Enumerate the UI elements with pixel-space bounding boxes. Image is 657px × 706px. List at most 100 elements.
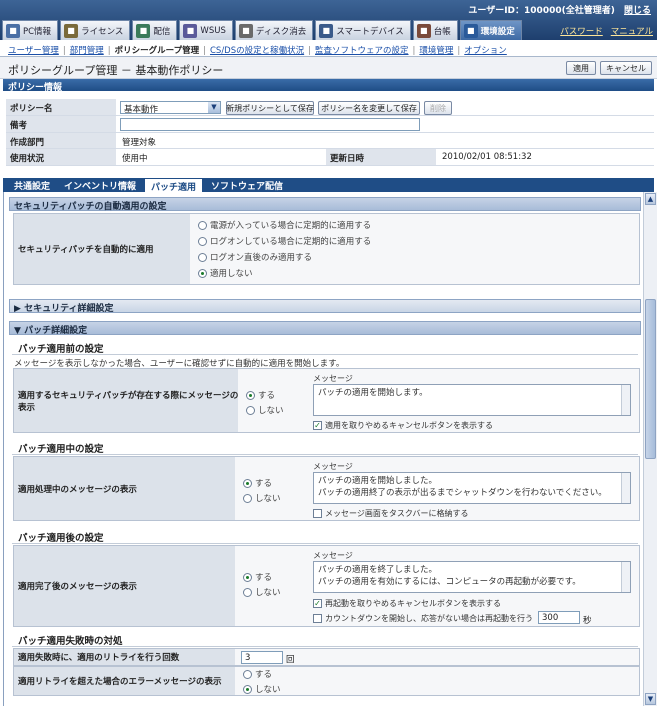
tab-smart-device[interactable]: ■ スマートデバイス (315, 20, 411, 40)
textarea-scrollbar[interactable] (621, 473, 630, 503)
tab-label: 環境設定 (480, 26, 515, 37)
tab-disk-erase[interactable]: ■ ディスク消去 (234, 20, 314, 40)
close-link[interactable]: 閉じる (624, 6, 651, 16)
after-yes-radio[interactable]: する (243, 571, 272, 583)
before-row-label: 適用するセキュリティパッチが存在する際にメッセージの表示 (14, 369, 239, 432)
after-message-textarea[interactable]: パッチの適用を終了しました。 パッチの適用を有効にするには、コンピュータの再起動が… (313, 561, 631, 593)
subnav-item[interactable]: 環境管理 (419, 46, 453, 56)
subnav-item[interactable]: ポリシーグループ管理 (115, 46, 200, 56)
after-countdown-checkbox[interactable]: カウントダウンを開始し、応答がない場合は再起動を行う (313, 613, 533, 624)
subnav-item[interactable]: ユーザー管理 (8, 46, 59, 56)
dept-value: 管理対象 (122, 138, 157, 148)
save-as-new-button[interactable]: 新規ポリシーとして保存 (226, 101, 314, 115)
patch-detail-title: パッチ詳細設定 (24, 326, 88, 336)
user-id: ユーザーID：100000(全社管理者) (468, 6, 615, 16)
during-message-label: メッセージ (313, 462, 353, 471)
during-no-radio[interactable]: しない (243, 492, 281, 504)
radio-off-icon (198, 220, 207, 230)
ledger-icon: ■ (416, 23, 431, 38)
policy-tab[interactable]: インベントリ情報 (58, 178, 142, 192)
after-no-radio[interactable]: しない (243, 586, 281, 598)
pc-icon: ■ (6, 23, 20, 38)
radio-off-icon (243, 587, 252, 597)
radio-on-icon (246, 390, 255, 400)
after-row-label: 適用完了後のメッセージの表示 (14, 546, 236, 626)
radio-off-icon (246, 405, 255, 415)
delete-button[interactable]: 削除 (424, 101, 452, 115)
security-detail-header[interactable]: ▶ セキュリティ詳細設定 (9, 299, 641, 314)
tab-label: PC情報 (23, 26, 52, 37)
top-header: ユーザーID：100000(全社管理者) 閉じる ■ PC情報 ■ ライセンス ■ 配信 ■… (0, 0, 657, 40)
after-cancel-checkbox[interactable]: ✓ 再起動を取りやめるキャンセルボタンを表示する (313, 598, 501, 609)
tab-wsus[interactable]: ■ WSUS (179, 20, 233, 40)
tab-ledger[interactable]: ■ 台帳 (412, 20, 458, 40)
textarea-scrollbar[interactable] (621, 385, 630, 415)
rename-save-button[interactable]: ポリシー名を変更して保存 (318, 101, 420, 115)
before-title: パッチ適用前の設定 (18, 344, 104, 355)
tab-pc[interactable]: ■ PC情報 (2, 20, 59, 40)
status-value: 使用中 (122, 154, 148, 164)
retry-count-input[interactable]: 3 (241, 651, 283, 664)
note-input[interactable] (120, 118, 420, 131)
subnav-item[interactable]: オプション (464, 46, 507, 56)
before-cancel-checkbox[interactable]: ✓ 適用を取りやめるキャンセルボタンを表示する (313, 420, 493, 431)
policy-name-select[interactable]: 基本動作 ▼ (120, 101, 221, 115)
subnav-item[interactable]: CS/DSの設定と稼働状況 (210, 46, 304, 56)
auto-patch-header: セキュリティパッチの自動適用の設定 (9, 197, 641, 212)
subnav-item[interactable]: 監査ソフトウェアの設定 (315, 46, 409, 56)
auto-patch-option-radio[interactable]: ログオンしている場合に定期的に適用する (198, 235, 371, 247)
scroll-down-icon[interactable]: ▼ (645, 693, 656, 705)
vertical-scrollbar[interactable]: ▲ ▼ (643, 192, 657, 706)
policy-tab[interactable]: パッチ適用 (144, 178, 204, 193)
failure-title: パッチ適用失敗時の対処 (18, 636, 123, 647)
subnav-separator: | (308, 46, 311, 56)
tab-delivery[interactable]: ■ 配信 (132, 20, 178, 40)
checkbox-empty-icon (313, 509, 322, 518)
auto-patch-option-radio[interactable]: 適用しない (198, 267, 253, 279)
radio-on-icon (243, 572, 252, 582)
tab-license[interactable]: ■ ライセンス (60, 20, 131, 40)
subnav-item[interactable]: 部門管理 (70, 46, 104, 56)
patch-detail-header[interactable]: ▼ パッチ詳細設定 (9, 321, 641, 336)
countdown-input[interactable]: 300 (538, 611, 580, 624)
during-message-textarea[interactable]: パッチの適用を開始しました。 パッチの適用終了の表示が出るまでシャットダウンを行わ… (313, 472, 631, 504)
dept-label: 作成部門 (6, 133, 116, 148)
scroll-up-icon[interactable]: ▲ (645, 193, 656, 205)
retry-row: 適用失敗時に、適用のリトライを行う回数 3 回 (13, 648, 640, 666)
textarea-scrollbar[interactable] (621, 562, 630, 592)
during-row-label: 適用処理中のメッセージの表示 (14, 457, 236, 520)
error-no-radio[interactable]: しない (243, 683, 281, 695)
subnav-separator: | (107, 46, 111, 56)
during-taskbar-checkbox[interactable]: メッセージ画面をタスクバーに格納する (313, 508, 468, 519)
scrollbar-thumb[interactable] (645, 299, 656, 459)
password-link[interactable]: パスワード (560, 25, 603, 37)
settings-icon: ■ (463, 23, 478, 38)
before-no-radio[interactable]: しない (246, 404, 284, 416)
before-row: 適用するセキュリティパッチが存在する際にメッセージの表示 する しない メッセー… (13, 368, 640, 433)
during-title: パッチ適用中の設定 (18, 444, 104, 455)
radio-off-icon (198, 236, 207, 246)
wsus-icon: ■ (183, 23, 198, 38)
cancel-button[interactable]: キャンセル (600, 61, 652, 75)
before-yes-radio[interactable]: する (246, 389, 275, 401)
smart-device-icon: ■ (319, 23, 334, 38)
error-yes-radio[interactable]: する (243, 668, 272, 680)
tab-settings[interactable]: ■ 環境設定 (459, 20, 522, 40)
policy-tabs: 共通設定 インベントリ情報 パッチ適用 ソフトウェア配信 (3, 178, 654, 193)
auto-patch-option-radio[interactable]: ログオン直後のみ適用する (198, 251, 312, 263)
policy-tab[interactable]: ソフトウェア配信 (205, 178, 289, 192)
auto-patch-option-radio[interactable]: 電源が入っている場合に定期的に適用する (198, 219, 371, 231)
policy-tab[interactable]: 共通設定 (8, 178, 56, 192)
patch-settings-panel: セキュリティパッチの自動適用の設定 セキュリティパッチを自動的に適用 電源が入っ… (3, 192, 643, 706)
subnav-separator: | (203, 46, 206, 56)
during-yes-radio[interactable]: する (243, 477, 272, 489)
title-bar: ポリシーグループ管理 － 基本動作ポリシー 適用 キャンセル (0, 57, 657, 79)
radio-off-icon (198, 252, 207, 262)
before-message-textarea[interactable]: パッチの適用を開始します。 (313, 384, 631, 416)
main-tabs: ■ PC情報 ■ ライセンス ■ 配信 ■ WSUS ■ ディスク消去 ■ スマートデバイス ■ 台帳 ■ 環… (2, 20, 524, 40)
apply-button[interactable]: 適用 (566, 61, 596, 75)
failure-divider (12, 646, 638, 647)
manual-link[interactable]: マニュアル (611, 25, 653, 37)
disk-erase-icon: ■ (238, 23, 253, 38)
before-row-controls: する しない メッセージ パッチの適用を開始します。 ✓ 適用を取りやめるキャンセ… (238, 369, 639, 432)
